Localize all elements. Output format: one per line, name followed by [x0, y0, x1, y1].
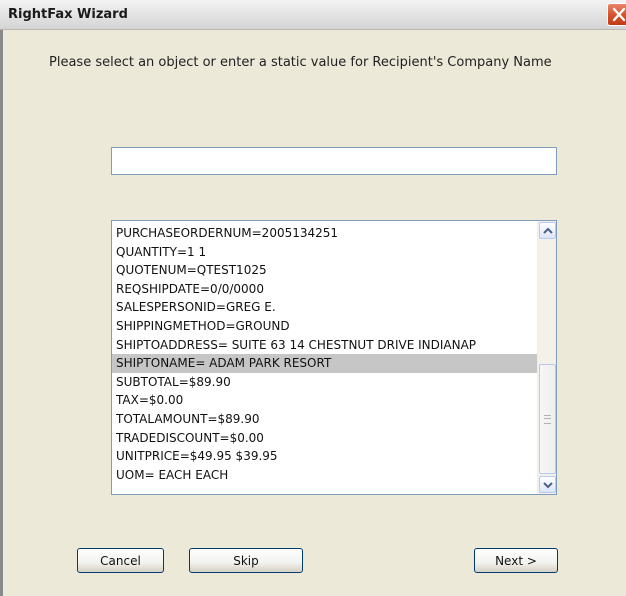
list-item[interactable]: UNITPRICE=$49.95 $39.95	[112, 447, 537, 466]
static-value-input[interactable]	[111, 147, 557, 175]
scroll-thumb[interactable]	[539, 364, 556, 474]
list-item[interactable]: SHIPPINGMETHOD=GROUND	[112, 317, 537, 336]
list-item[interactable]: TOTALAMOUNT=$89.90	[112, 410, 537, 429]
skip-button[interactable]: Skip	[189, 548, 303, 573]
close-icon	[612, 7, 626, 22]
chevron-up-icon	[543, 227, 553, 234]
list-item[interactable]: TRADEDISCOUNT=$0.00	[112, 429, 537, 448]
prompt-text: Please select an object or enter a stati…	[49, 55, 552, 70]
wizard-window: RightFax Wizard Please select an object …	[0, 0, 626, 596]
chevron-down-icon	[543, 482, 553, 489]
next-button[interactable]: Next >	[474, 548, 558, 573]
scroll-down-button[interactable]	[539, 476, 556, 493]
list-item[interactable]: SALESPERSONID=GREG E.	[112, 298, 537, 317]
object-listbox[interactable]: PURCHASEORDERNUM=2005134251 QUANTITY=1 1Q…	[111, 220, 557, 495]
close-button[interactable]	[607, 3, 626, 26]
title-bar[interactable]: RightFax Wizard	[0, 0, 626, 30]
list-item[interactable]: PURCHASEORDERNUM=2005134251	[112, 224, 537, 243]
object-list: PURCHASEORDERNUM=2005134251 QUANTITY=1 1Q…	[112, 224, 537, 484]
list-item[interactable]: REQSHIPDATE=0/0/0000	[112, 280, 537, 299]
list-item[interactable]: SHIPTONAME= ADAM PARK RESORT	[112, 354, 537, 373]
cancel-button[interactable]: Cancel	[77, 548, 164, 573]
window-title: RightFax Wizard	[8, 7, 128, 22]
list-item[interactable]: TAX=$0.00	[112, 391, 537, 410]
list-item[interactable]: QUOTENUM=QTEST1025	[112, 261, 537, 280]
list-item[interactable]: SUBTOTAL=$89.90	[112, 373, 537, 392]
window-border	[0, 30, 3, 596]
list-item[interactable]: UOM= EACH EACH	[112, 466, 537, 485]
list-item[interactable]: QUANTITY=1 1	[112, 243, 537, 262]
scroll-grip	[544, 415, 551, 424]
vertical-scrollbar[interactable]	[537, 221, 556, 494]
scroll-up-button[interactable]	[539, 222, 556, 239]
list-item[interactable]: SHIPTOADDRESS= SUITE 63 14 CHESTNUT DRIV…	[112, 336, 537, 355]
